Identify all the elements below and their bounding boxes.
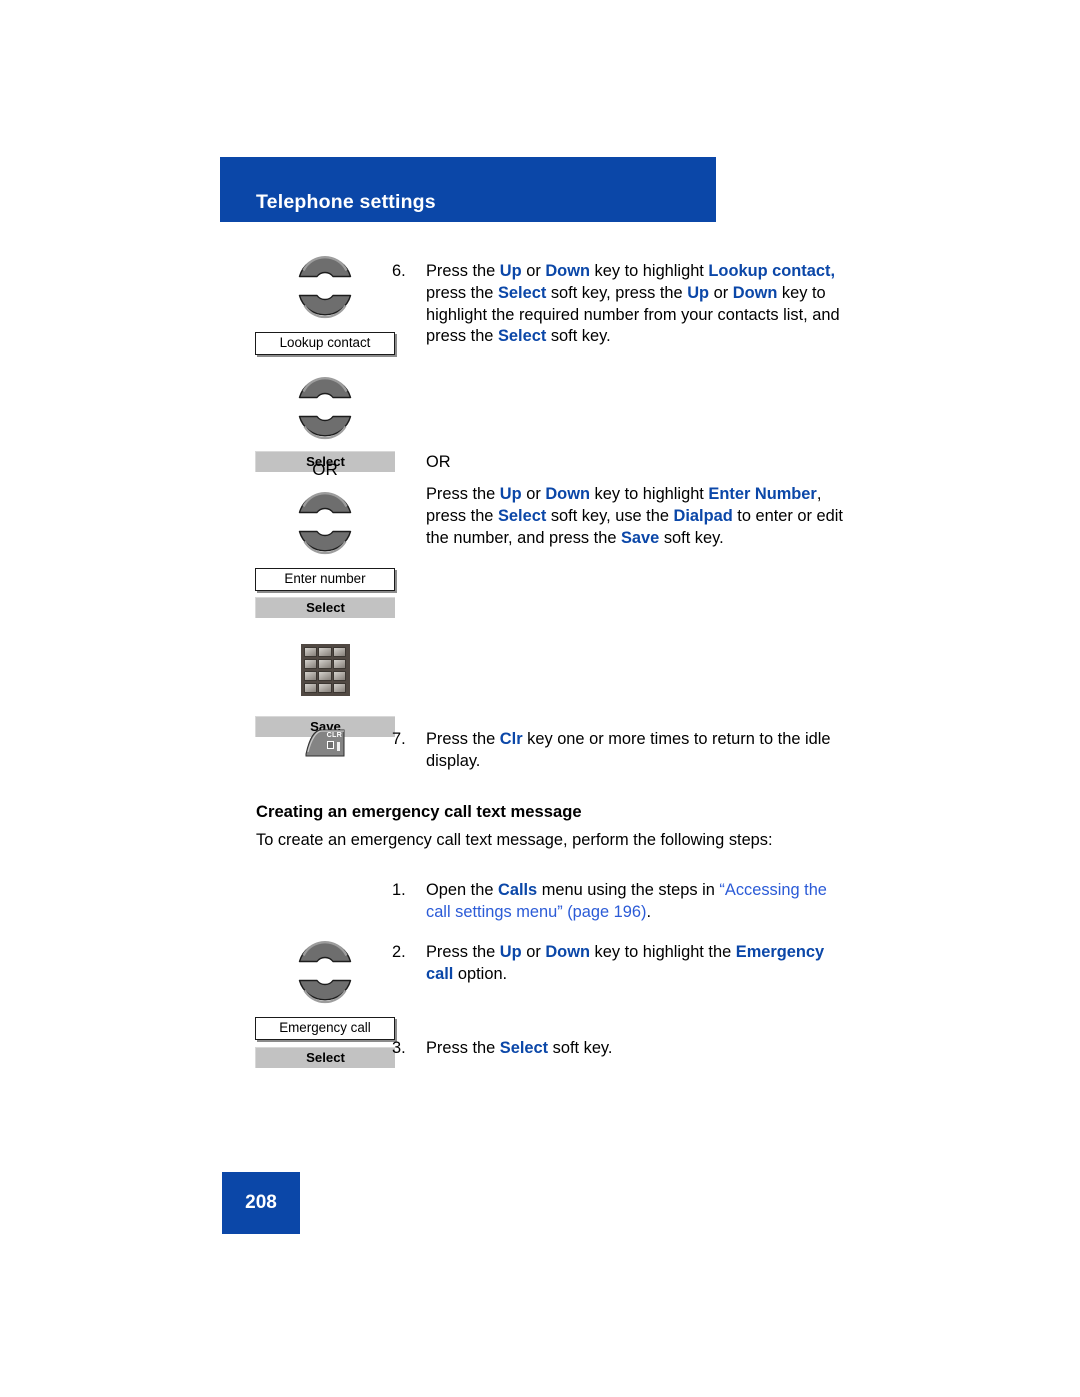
step-6-body: Press the Up or Down key to highlight Lo…: [426, 261, 844, 348]
page-header-banner: Telephone settings: [220, 157, 716, 222]
nav-down-key-icon: [297, 293, 353, 320]
or-separator-label: OR: [312, 460, 338, 479]
document-page: Telephone settings Lookup contact Select…: [0, 0, 1080, 1397]
text-run: soft key, press the: [546, 283, 688, 302]
display-label-lookup-contact: Lookup contact: [255, 332, 395, 355]
step-7: 7. Press the Clr key one or more times t…: [392, 729, 844, 773]
softkey-name-select: Select: [497, 506, 547, 525]
step-7-number: 7.: [392, 730, 406, 748]
dialpad-key: [333, 682, 347, 693]
text-run: or: [709, 283, 733, 302]
page-number-footer: 208: [222, 1172, 300, 1234]
key-name-dialpad: Dialpad: [673, 506, 733, 525]
softkey-name-save: Save: [621, 528, 660, 547]
menu-item-lookup-contact: Lookup contact,: [708, 262, 835, 280]
key-name-down: Down: [545, 485, 590, 503]
emergency-step-2-body: Press the Up or Down key to highlight th…: [426, 942, 844, 986]
menu-name-calls: Calls: [498, 881, 538, 899]
text-run: .: [646, 902, 652, 921]
emergency-step-3: 3. Press the Select soft key.: [392, 1038, 844, 1060]
key-name-up: Up: [499, 262, 522, 280]
emergency-step-1-body: Open the Calls menu using the steps in “…: [426, 880, 844, 924]
text-run: soft key, use the: [546, 506, 674, 525]
dialpad-key: [318, 647, 332, 658]
section-heading: Creating an emergency call text message: [256, 802, 582, 821]
menu-item-enter-number: Enter Number: [708, 485, 817, 503]
dialpad-key: [318, 682, 332, 693]
text-run: or: [521, 943, 546, 961]
key-name-down: Down: [732, 283, 778, 302]
text-run: Press the: [426, 485, 500, 503]
text-run: Press the: [426, 262, 500, 280]
dialpad-key: [333, 670, 347, 682]
softkey-select-2: Select: [255, 597, 395, 618]
text-run: key to highlight: [589, 485, 709, 503]
step-6-number: 6.: [392, 262, 406, 280]
icon-group-lookup-contact: Lookup contact Select: [250, 252, 400, 472]
nav-up-key-icon: [297, 252, 353, 279]
nav-up-key-icon-2: [297, 373, 353, 400]
text-run: Press the: [426, 943, 500, 961]
nav-up-key-icon-3: [297, 488, 353, 515]
icon-group-emergency-call: Emergency call Select: [250, 937, 400, 1068]
dialpad-key: [333, 647, 347, 658]
display-label-emergency-call: Emergency call: [255, 1017, 395, 1040]
page-header-title: Telephone settings: [256, 191, 436, 213]
section-intro-text: To create an emergency call text message…: [256, 831, 773, 849]
text-run: key to highlight the: [589, 943, 736, 961]
dialpad-key: [303, 670, 317, 682]
text-run: soft key.: [659, 528, 724, 547]
key-name-up: Up: [499, 943, 522, 961]
text-run: or: [521, 485, 546, 503]
text-run: menu using the steps in: [537, 881, 720, 899]
icon-group-clr-key: CLR: [250, 728, 400, 758]
nav-down-key-icon-3: [297, 529, 353, 556]
dialpad-key: [318, 670, 332, 682]
text-run: or: [521, 262, 546, 280]
softkey-name-select: Select: [497, 283, 547, 302]
dialpad-key: [303, 682, 317, 693]
alternative-instruction: Press the Up or Down key to highlight En…: [426, 484, 844, 549]
emergency-step-2: 2. Press the Up or Down key to highlight…: [392, 942, 844, 986]
emergency-step-2-number: 2.: [392, 943, 406, 961]
nav-down-key-icon-4: [297, 978, 353, 1005]
step-6: 6. Press the Up or Down key to highlight…: [392, 261, 844, 348]
text-run: press the: [426, 283, 498, 302]
clr-key-label: CLR: [326, 730, 342, 739]
nav-down-key-icon-2: [297, 414, 353, 441]
text-run: soft key.: [548, 1039, 613, 1057]
nav-up-key-icon-4: [297, 937, 353, 964]
key-name-up: Up: [499, 485, 522, 503]
softkey-name-select: Select: [499, 1039, 549, 1057]
dialpad-key: [303, 647, 317, 658]
clr-key-glyph-icon: [327, 741, 340, 752]
key-name-up: Up: [687, 283, 710, 302]
dialpad-key: [303, 658, 317, 670]
key-name-down: Down: [545, 262, 590, 280]
dialpad-key: [318, 658, 332, 670]
emergency-step-1: 1. Open the Calls menu using the steps i…: [392, 880, 844, 924]
display-label-enter-number: Enter number: [255, 568, 395, 591]
key-name-down: Down: [545, 943, 590, 961]
softkey-name-select: Select: [497, 327, 547, 346]
text-run: option.: [453, 964, 508, 983]
or-separator-text: OR: [426, 453, 451, 471]
clr-key-icon: CLR: [305, 728, 345, 758]
text-run: Press the: [426, 730, 500, 748]
icon-group-enter-number: OR Enter number Select Save: [250, 460, 400, 737]
emergency-step-1-number: 1.: [392, 881, 406, 899]
dialpad-key: [333, 658, 347, 670]
text-run: key to highlight: [589, 262, 709, 280]
key-name-clr: Clr: [499, 730, 523, 748]
emergency-step-3-body: Press the Select soft key.: [426, 1038, 844, 1060]
text-run: Press the: [426, 1039, 500, 1057]
emergency-step-3-number: 3.: [392, 1039, 406, 1057]
dialpad-icon: [300, 644, 350, 696]
text-run: Open the: [426, 881, 498, 899]
text-run: soft key.: [546, 327, 611, 346]
softkey-select-3: Select: [255, 1047, 395, 1068]
step-7-body: Press the Clr key one or more times to r…: [426, 729, 844, 773]
